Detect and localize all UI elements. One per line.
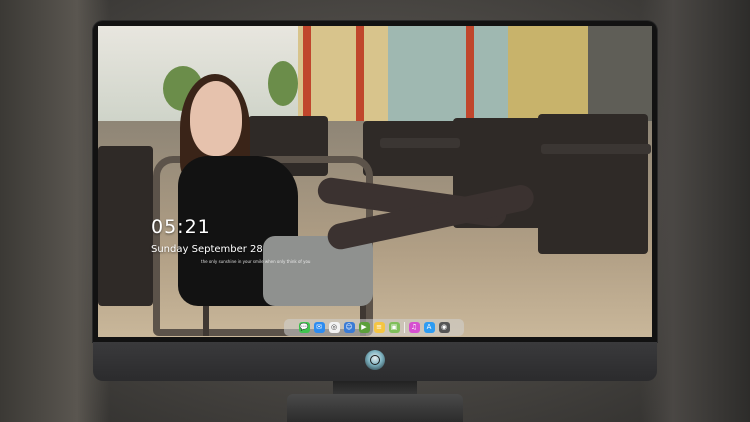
messages-icon[interactable]: 💬 <box>298 322 310 333</box>
wallpaper-building <box>508 26 588 121</box>
wallpaper-face <box>190 81 242 156</box>
lockscreen-time: 05:21 <box>151 216 211 238</box>
lock-screen[interactable]: 05:21 Sunday September 28 the only sunsh… <box>98 26 652 337</box>
monitor-chin <box>93 342 657 381</box>
browser-icon[interactable]: ◎ <box>328 322 340 333</box>
wallpaper-skirt <box>263 236 373 306</box>
wallpaper-pole <box>356 26 364 121</box>
monitor-bezel: 05:21 Sunday September 28 the only sunsh… <box>93 21 657 342</box>
monitor-stand-base <box>287 394 463 422</box>
wallpaper-table <box>541 144 651 154</box>
appstore-icon[interactable]: A <box>423 322 435 333</box>
photos-icon[interactable]: ▣ <box>388 322 400 333</box>
wallpaper-pole <box>466 26 474 121</box>
wallpaper-building <box>588 26 652 121</box>
monitor: 05:21 Sunday September 28 the only sunsh… <box>93 21 657 381</box>
mail-icon[interactable]: ✉ <box>313 322 325 333</box>
dock: 💬 ✉ ◎ ☺ ▶ ≡ ▣ ♫ A ◉ <box>284 319 464 336</box>
lockscreen-subtitle: the only sunshine in your smile when onl… <box>201 259 311 264</box>
wallpaper-chair <box>98 146 153 306</box>
finder-icon[interactable]: ☺ <box>343 322 355 333</box>
wallpaper-chair <box>538 114 648 254</box>
wallpaper-chair <box>363 121 458 176</box>
video-icon[interactable]: ▶ <box>358 322 370 333</box>
brand-logo-icon <box>365 350 385 370</box>
wallpaper-pole <box>303 26 311 121</box>
notes-icon[interactable]: ≡ <box>373 322 385 333</box>
dock-separator <box>403 322 405 333</box>
camera-icon[interactable]: ◉ <box>438 322 450 333</box>
lockscreen-date: Sunday September 28 <box>151 244 263 255</box>
wallpaper-building <box>388 26 508 121</box>
wallpaper-table <box>380 138 460 148</box>
music-icon[interactable]: ♫ <box>408 322 420 333</box>
wallpaper-building <box>298 26 388 121</box>
wallpaper-tree <box>268 61 298 106</box>
